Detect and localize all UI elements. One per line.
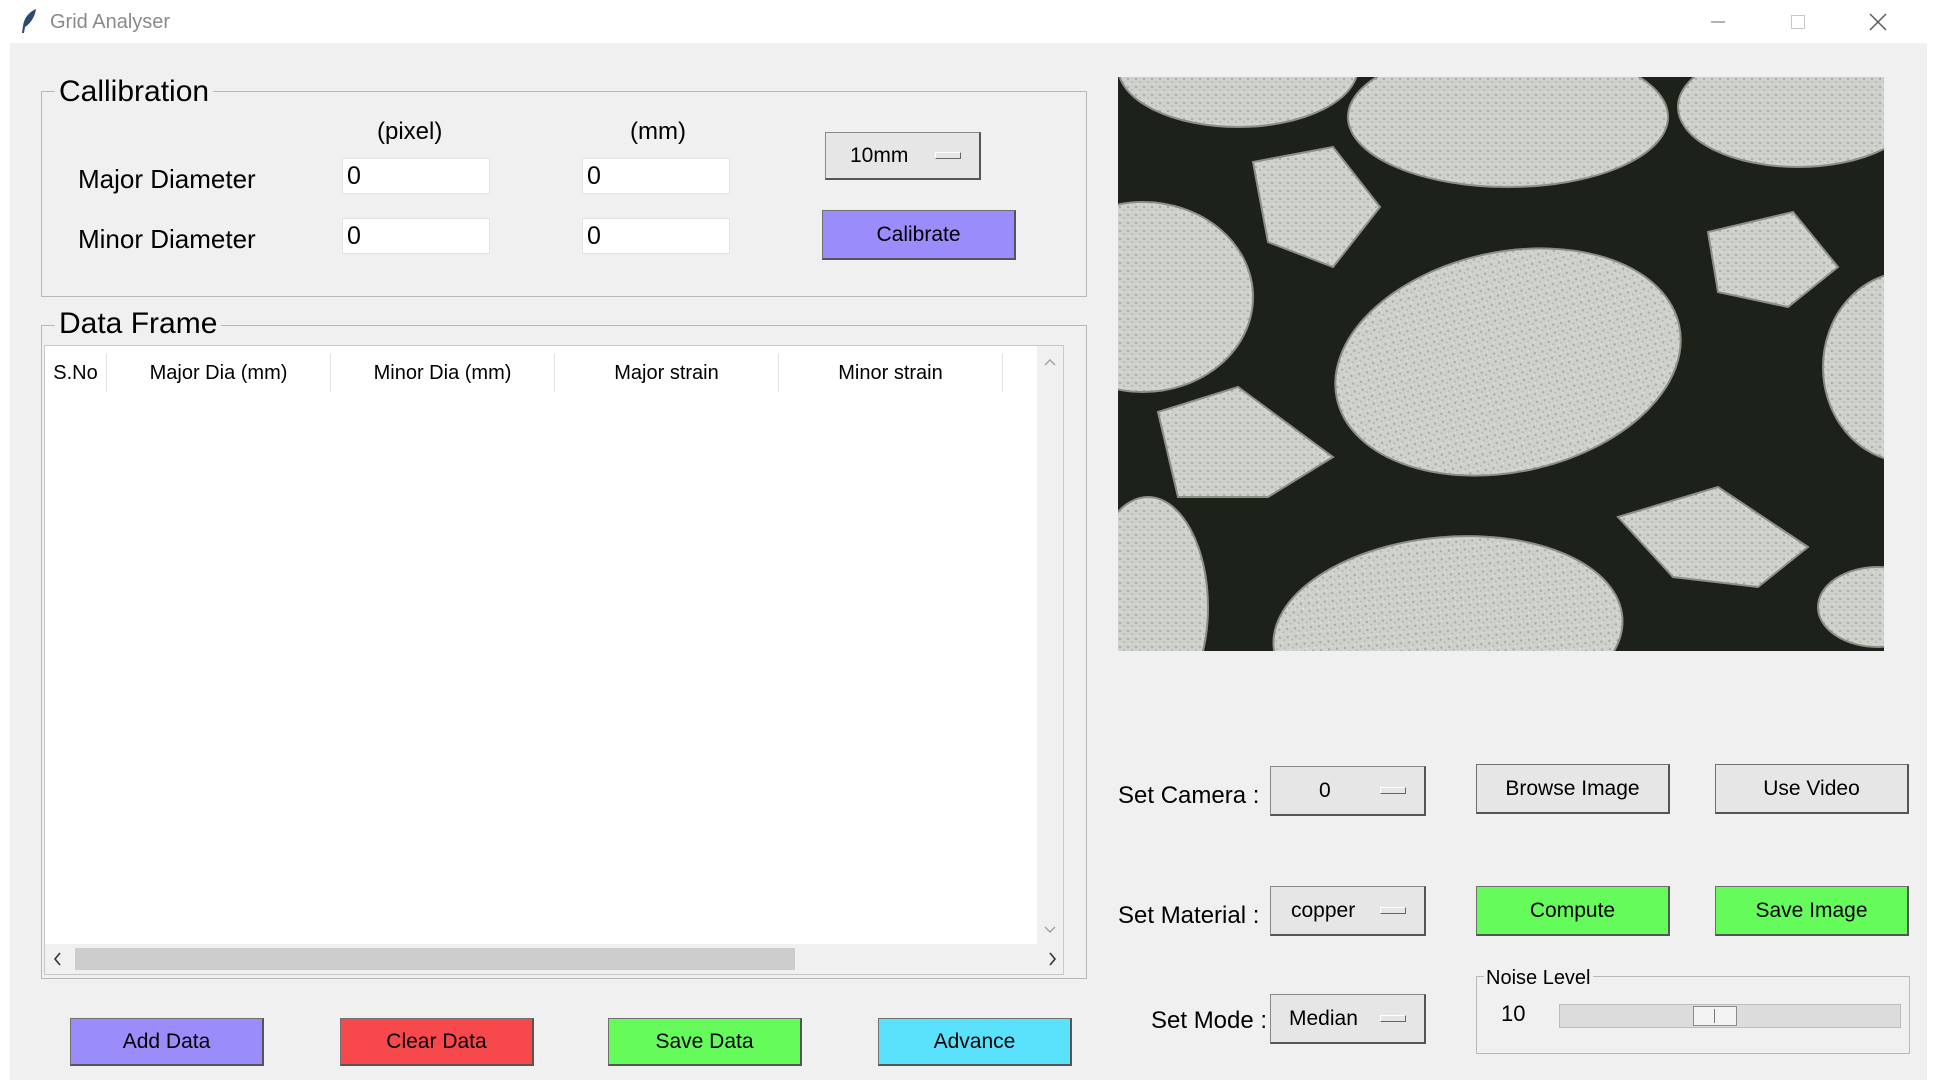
material-option-menu[interactable]: copper — [1270, 886, 1426, 936]
clear-data-button[interactable]: Clear Data — [340, 1018, 534, 1066]
noise-level-slider[interactable] — [1559, 1004, 1901, 1028]
noise-slider-thumb[interactable] — [1693, 1006, 1737, 1026]
column-header-major-strain[interactable]: Major strain — [555, 354, 779, 392]
scroll-left-icon[interactable] — [53, 952, 61, 966]
major-diameter-label: Major Diameter — [78, 164, 256, 194]
save-image-button[interactable]: Save Image — [1715, 886, 1909, 936]
add-data-button[interactable]: Add Data — [70, 1018, 264, 1066]
mode-option-menu[interactable]: Median — [1270, 994, 1426, 1044]
app-window: Grid Analyser Callibration (pixel) (mm) … — [10, 0, 1927, 1080]
calibration-title: Callibration — [55, 75, 214, 109]
option-indicator-icon — [1380, 786, 1406, 794]
column-header-major-dia[interactable]: Major Dia (mm) — [107, 354, 331, 392]
option-indicator-icon — [935, 151, 961, 159]
minor-mm-field[interactable] — [582, 218, 730, 254]
window-title: Grid Analyser — [50, 11, 171, 33]
scroll-right-icon[interactable] — [1049, 952, 1057, 966]
use-video-button[interactable]: Use Video — [1715, 764, 1909, 814]
compute-button[interactable]: Compute — [1476, 886, 1670, 936]
vertical-scrollbar[interactable] — [1037, 346, 1063, 946]
calibrate-button[interactable]: Calibrate — [822, 210, 1016, 260]
title-bar: Grid Analyser — [10, 0, 1927, 43]
browse-image-button[interactable]: Browse Image — [1476, 764, 1670, 814]
camera-value: 0 — [1319, 778, 1331, 802]
scroll-up-icon[interactable] — [1044, 358, 1056, 366]
scroll-down-icon[interactable] — [1044, 926, 1056, 934]
option-indicator-icon — [1380, 906, 1406, 914]
save-data-button[interactable]: Save Data — [608, 1018, 802, 1066]
horizontal-scrollbar[interactable] — [45, 944, 1063, 974]
camera-image — [1118, 77, 1884, 651]
option-indicator-icon — [1380, 1014, 1406, 1022]
mm-column-header: (mm) — [630, 118, 686, 145]
camera-label: Set Camera : — [1118, 782, 1260, 809]
column-header-minor-strain[interactable]: Minor strain — [779, 354, 1003, 392]
noise-level-value: 10 — [1501, 1001, 1526, 1026]
minor-pixel-field[interactable] — [342, 218, 490, 254]
advance-button[interactable]: Advance — [878, 1018, 1072, 1066]
size-option-value: 10mm — [850, 143, 909, 167]
material-value: copper — [1291, 898, 1356, 922]
major-mm-field[interactable] — [582, 158, 730, 194]
mode-label: Set Mode : — [1151, 1007, 1268, 1034]
noise-level-label: Noise Level — [1484, 967, 1593, 990]
minor-diameter-label: Minor Diameter — [78, 224, 256, 254]
major-pixel-field[interactable] — [342, 158, 490, 194]
data-frame-title: Data Frame — [55, 307, 222, 341]
minimize-icon — [1711, 21, 1725, 22]
data-table[interactable]: S.No Major Dia (mm) Minor Dia (mm) Major… — [44, 345, 1064, 975]
close-button[interactable] — [1838, 0, 1918, 43]
mode-value: Median — [1289, 1006, 1358, 1030]
grid-image-graphic — [1118, 77, 1884, 651]
horizontal-scroll-thumb[interactable] — [75, 948, 795, 970]
camera-option-menu[interactable]: 0 — [1270, 766, 1426, 816]
size-option-menu[interactable]: 10mm — [825, 132, 981, 180]
app-feather-icon — [20, 8, 38, 39]
material-label: Set Material : — [1118, 902, 1260, 929]
pixel-column-header: (pixel) — [377, 118, 443, 145]
column-header-minor-dia[interactable]: Minor Dia (mm) — [331, 354, 555, 392]
column-header-sno[interactable]: S.No — [45, 354, 107, 392]
minimize-button[interactable] — [1678, 0, 1758, 43]
maximize-icon — [1791, 14, 1805, 29]
maximize-button[interactable] — [1758, 0, 1838, 43]
close-icon — [1869, 13, 1887, 30]
